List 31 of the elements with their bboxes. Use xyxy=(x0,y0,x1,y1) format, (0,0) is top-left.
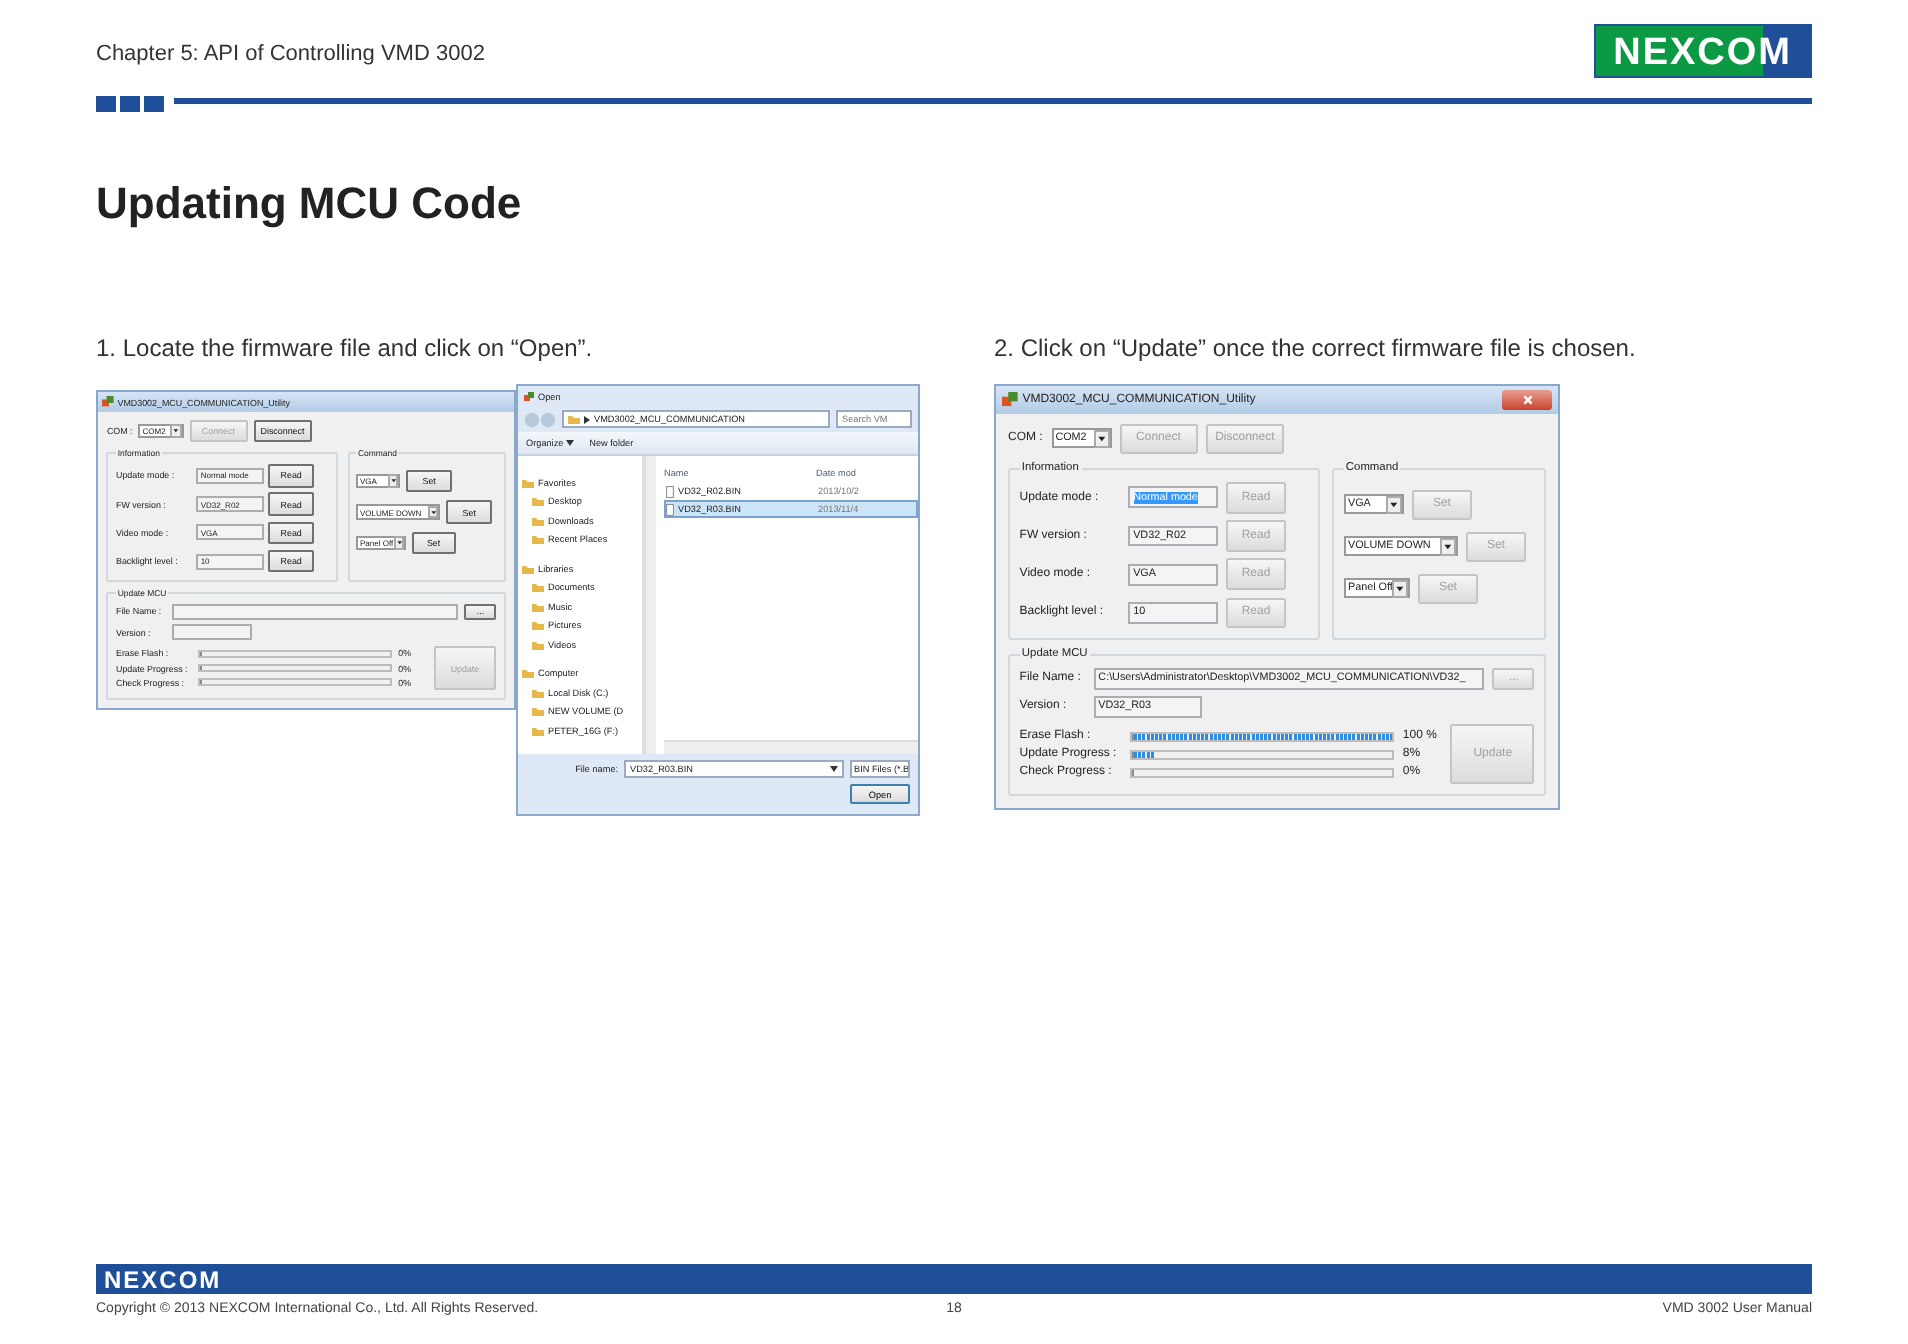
caret-icon xyxy=(1093,429,1110,448)
back-forward-icon[interactable] xyxy=(524,411,557,427)
step-caption: 1. Locate the firmware file and click on “Open”. xyxy=(96,334,595,362)
header-square xyxy=(120,96,140,112)
folder-icon xyxy=(568,414,581,424)
caret-icon xyxy=(565,440,574,446)
caret-icon xyxy=(387,474,399,488)
chapter-title: Chapter 5: API of Controlling VMD 3002 xyxy=(96,42,485,66)
scrollbar[interactable] xyxy=(644,456,657,754)
chevron-icon xyxy=(584,415,591,423)
step-caption: 2. Click on “Update” once the correct firmware file is chosen. xyxy=(994,334,1638,362)
app-icon xyxy=(102,396,114,408)
caret-icon xyxy=(393,536,405,550)
caret-icon xyxy=(1386,495,1402,514)
app-icon xyxy=(1002,392,1018,408)
header-square xyxy=(144,96,164,112)
close-icon xyxy=(1521,393,1534,406)
caret-icon xyxy=(1392,579,1409,598)
company-logo: NEXCOM xyxy=(102,1265,224,1293)
caret-icon xyxy=(1440,537,1456,556)
file-name-field[interactable] xyxy=(171,603,459,620)
page-title: Updating MCU Code xyxy=(96,178,524,232)
company-logo: NEXCOM xyxy=(1593,24,1812,78)
scrollbar[interactable] xyxy=(664,740,919,754)
version-field[interactable] xyxy=(171,624,252,641)
caret-icon xyxy=(169,424,182,438)
close-button[interactable] xyxy=(1502,390,1553,410)
caret-icon xyxy=(830,766,839,772)
header-square xyxy=(96,96,116,112)
caret-icon xyxy=(427,505,439,519)
app-icon xyxy=(524,391,535,401)
